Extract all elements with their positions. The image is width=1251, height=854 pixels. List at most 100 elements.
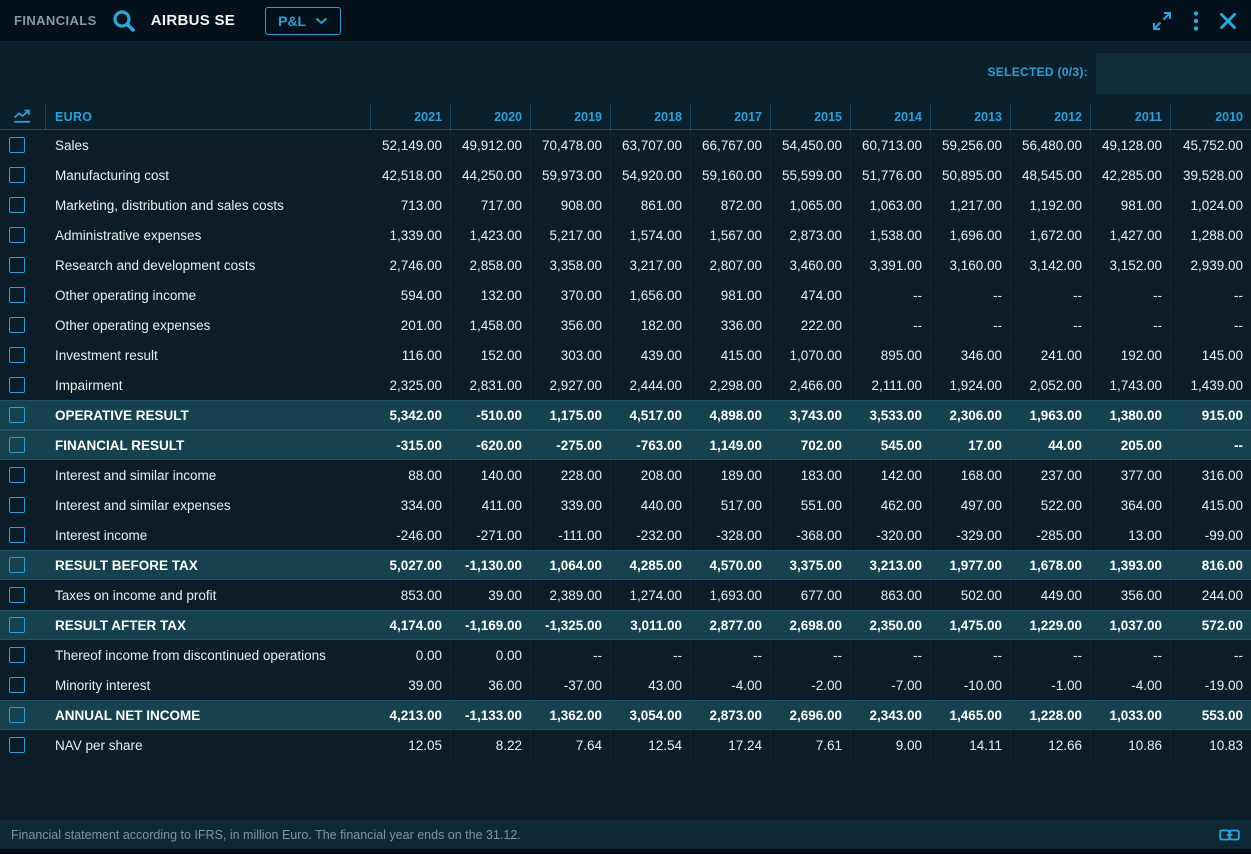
cell-value: 42,285.00	[1091, 160, 1171, 190]
cell-value: --	[1011, 640, 1091, 670]
link-icon[interactable]	[1219, 829, 1240, 841]
cell-value: 3,358.00	[531, 250, 611, 280]
row-checkbox[interactable]	[9, 467, 25, 483]
cell-value: --	[851, 640, 931, 670]
table-row: NAV per share12.058.227.6412.5417.247.61…	[0, 730, 1251, 760]
year-column-header[interactable]: 2010	[1171, 104, 1251, 129]
cell-value: 2,927.00	[531, 370, 611, 400]
year-column-header[interactable]: 2012	[1011, 104, 1091, 129]
cell-value: 303.00	[531, 340, 611, 370]
cell-value: 39,528.00	[1171, 160, 1251, 190]
year-column-header[interactable]: 2021	[371, 104, 451, 129]
cell-value: 60,713.00	[851, 130, 931, 160]
cell-value: -111.00	[531, 520, 611, 550]
cell-value: -275.00	[531, 431, 611, 459]
cell-value: 50,895.00	[931, 160, 1011, 190]
cell-value: 336.00	[691, 310, 771, 340]
row-checkbox[interactable]	[9, 707, 25, 723]
row-checkbox[interactable]	[9, 407, 25, 423]
row-checkbox[interactable]	[9, 677, 25, 693]
row-checkbox[interactable]	[9, 167, 25, 183]
table-row: Minority interest39.0036.00-37.0043.00-4…	[0, 670, 1251, 700]
table-row: Sales52,149.0049,912.0070,478.0063,707.0…	[0, 130, 1251, 160]
cell-value: 54,450.00	[771, 130, 851, 160]
cell-value: 1,672.00	[1011, 220, 1091, 250]
row-checkbox[interactable]	[9, 587, 25, 603]
statement-type-dropdown[interactable]: P&L	[265, 7, 341, 35]
footer-bar: Financial statement according to IFRS, i…	[0, 820, 1251, 849]
cell-value: 1,458.00	[451, 310, 531, 340]
year-column-header[interactable]: 2018	[611, 104, 691, 129]
cell-value: 12.54	[611, 730, 691, 760]
cell-value: 12.66	[1011, 730, 1091, 760]
table-row: Administrative expenses1,339.001,423.005…	[0, 220, 1251, 250]
year-column-header[interactable]: 2017	[691, 104, 771, 129]
cell-value: 1,362.00	[531, 701, 611, 729]
row-checkbox[interactable]	[9, 227, 25, 243]
kebab-menu-icon[interactable]	[1193, 10, 1199, 32]
cell-value: 816.00	[1171, 551, 1251, 579]
cell-value: 364.00	[1091, 490, 1171, 520]
cell-value: 44.00	[1011, 431, 1091, 459]
close-icon[interactable]	[1219, 12, 1237, 30]
cell-value: -4.00	[1091, 670, 1171, 700]
cell-value: 10.86	[1091, 730, 1171, 760]
cell-value: 55,599.00	[771, 160, 851, 190]
cell-value: 70,478.00	[531, 130, 611, 160]
cell-value: 205.00	[1091, 431, 1171, 459]
cell-value: 2,111.00	[851, 370, 931, 400]
row-checkbox[interactable]	[9, 647, 25, 663]
row-checkbox[interactable]	[9, 137, 25, 153]
row-checkbox[interactable]	[9, 437, 25, 453]
currency-column-header: EURO	[46, 104, 371, 129]
table-row: RESULT AFTER TAX4,174.00-1,169.00-1,325.…	[0, 610, 1251, 640]
year-column-header[interactable]: 2015	[771, 104, 851, 129]
cell-value: 63,707.00	[611, 130, 691, 160]
cell-value: 334.00	[371, 490, 451, 520]
row-checkbox[interactable]	[9, 617, 25, 633]
cell-value: 502.00	[931, 580, 1011, 610]
row-checkbox-cell	[0, 340, 46, 370]
year-column-header[interactable]: 2019	[531, 104, 611, 129]
cell-value: 88.00	[371, 460, 451, 490]
cell-value: -1,325.00	[531, 611, 611, 639]
year-column-header[interactable]: 2013	[931, 104, 1011, 129]
row-checkbox[interactable]	[9, 317, 25, 333]
search-icon[interactable]	[111, 8, 137, 34]
cell-value: 2,746.00	[371, 250, 451, 280]
row-checkbox[interactable]	[9, 527, 25, 543]
cell-value: 2,939.00	[1171, 250, 1251, 280]
row-checkbox-cell	[0, 370, 46, 400]
row-checkbox[interactable]	[9, 557, 25, 573]
row-checkbox[interactable]	[9, 497, 25, 513]
cell-value: 8.22	[451, 730, 531, 760]
year-column-header[interactable]: 2011	[1091, 104, 1171, 129]
cell-value: --	[771, 640, 851, 670]
table-row: Investment result116.00152.00303.00439.0…	[0, 340, 1251, 370]
cell-value: 853.00	[371, 580, 451, 610]
cell-value: 1,696.00	[931, 220, 1011, 250]
row-checkbox[interactable]	[9, 377, 25, 393]
row-checkbox[interactable]	[9, 287, 25, 303]
expand-icon[interactable]	[1151, 10, 1173, 32]
cell-value: 5,217.00	[531, 220, 611, 250]
cell-value: -763.00	[611, 431, 691, 459]
year-column-header[interactable]: 2020	[451, 104, 531, 129]
cell-value: 863.00	[851, 580, 931, 610]
cell-value: 356.00	[1091, 580, 1171, 610]
row-label: Administrative expenses	[46, 228, 371, 243]
row-checkbox[interactable]	[9, 347, 25, 363]
row-checkbox[interactable]	[9, 257, 25, 273]
cell-value: 4,174.00	[371, 611, 451, 639]
selected-items-dropzone[interactable]	[1096, 53, 1251, 94]
cell-value: 713.00	[371, 190, 451, 220]
cell-value: -7.00	[851, 670, 931, 700]
cell-value: --	[1091, 640, 1171, 670]
year-column-header[interactable]: 2014	[851, 104, 931, 129]
cell-value: -99.00	[1171, 520, 1251, 550]
row-checkbox[interactable]	[9, 197, 25, 213]
cell-value: 13.00	[1091, 520, 1171, 550]
cell-value: --	[691, 640, 771, 670]
row-checkbox[interactable]	[9, 737, 25, 753]
cell-value: -4.00	[691, 670, 771, 700]
